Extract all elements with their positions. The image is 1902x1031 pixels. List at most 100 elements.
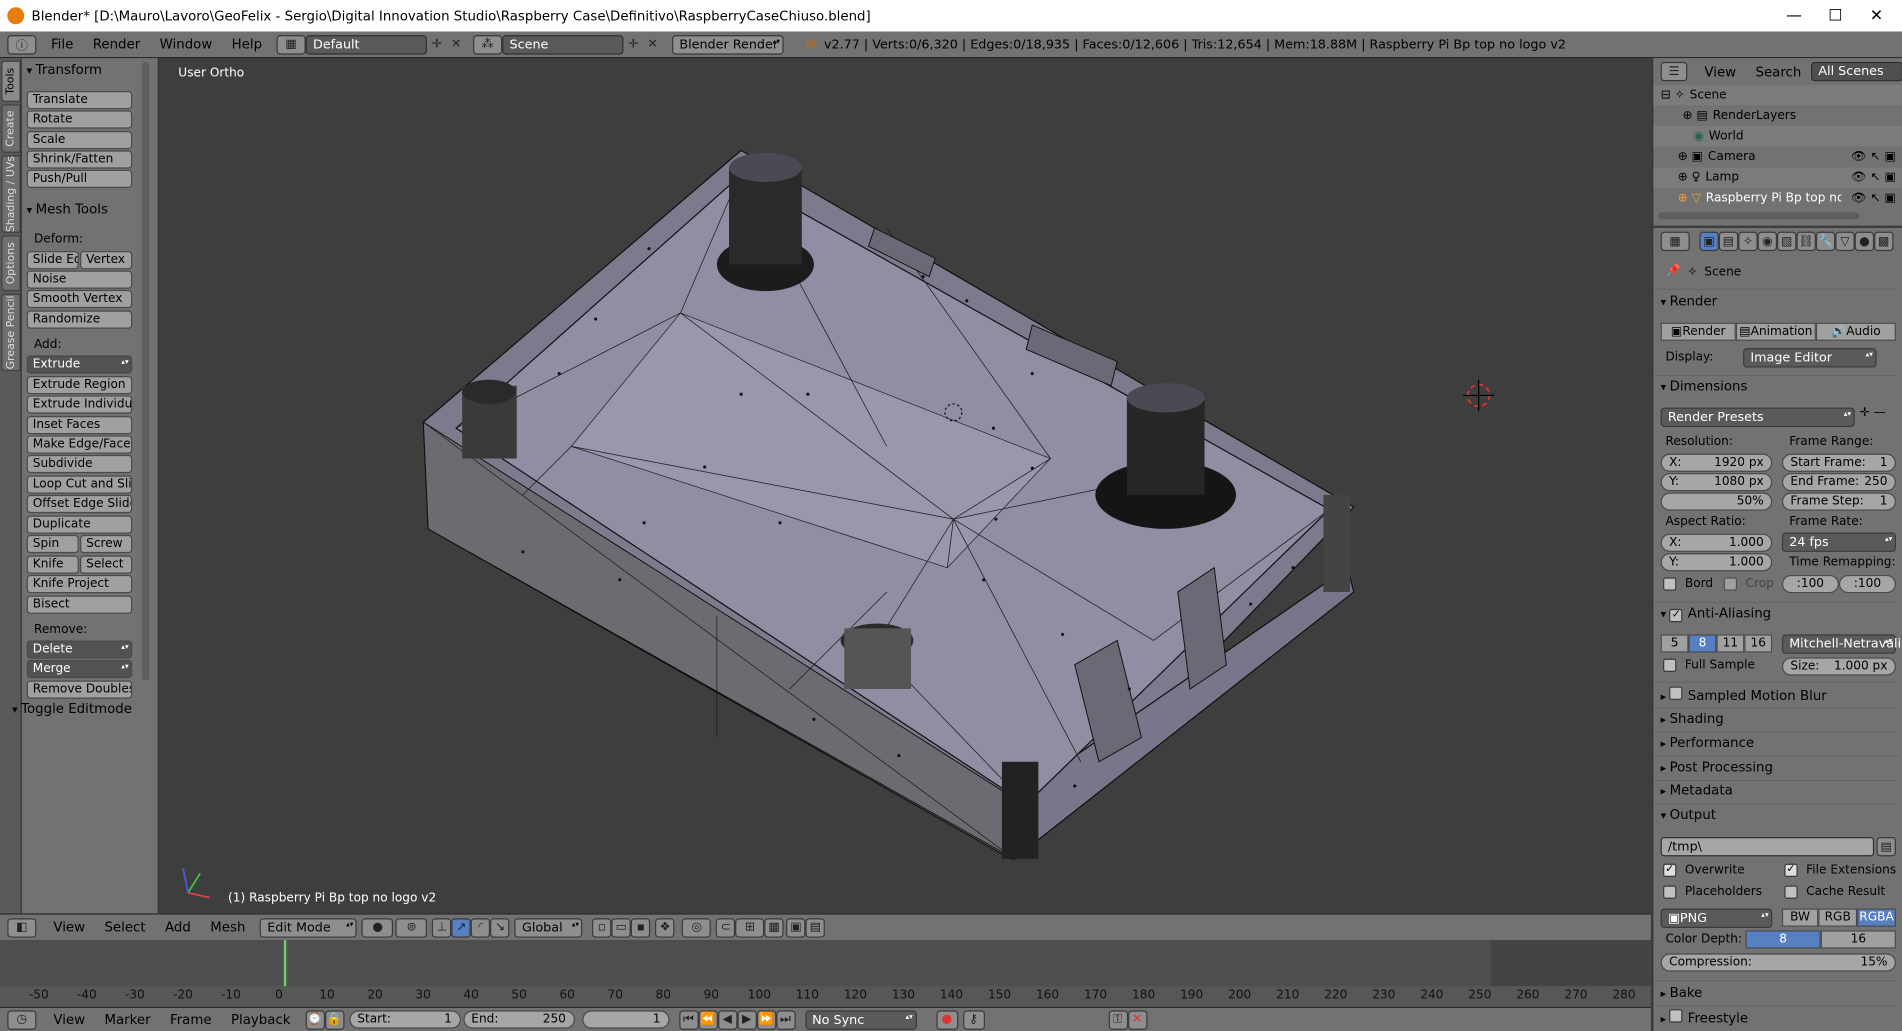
spin-button[interactable]: Spin: [26, 534, 79, 554]
anti-aliasing-panel-header[interactable]: ✓Anti-Aliasing: [1661, 605, 1771, 623]
timeline-menu-view[interactable]: View: [44, 1012, 95, 1028]
opengl-anim-icon[interactable]: ▤: [805, 917, 826, 938]
insert-keyframe-icon[interactable]: ⚿: [1108, 1009, 1128, 1030]
render-engine-dropdown[interactable]: Blender Render: [672, 34, 784, 54]
menu-render[interactable]: Render: [83, 36, 150, 52]
constraints-context-icon[interactable]: ⛓: [1796, 231, 1816, 252]
timeline[interactable]: -50 -40 -30 -20 -10 0 10 20 30 40 50 60 70 80 90 100 110…: [0, 940, 1651, 1007]
knife-button[interactable]: Knife: [26, 555, 79, 574]
remove-layout-icon[interactable]: ✕: [446, 34, 466, 54]
anti-aliasing-checkbox[interactable]: ✓: [1669, 608, 1683, 623]
jump-start-icon[interactable]: ⏮: [678, 1009, 699, 1030]
randomize-button[interactable]: Randomize: [26, 310, 133, 329]
keying-icon[interactable]: ⚷: [962, 1009, 985, 1030]
color-bw-button[interactable]: BW: [1781, 908, 1819, 927]
vertex-select-icon[interactable]: ▫: [592, 917, 612, 938]
render-panel-header[interactable]: Render: [1661, 294, 1718, 310]
metadata-panel-header[interactable]: Metadata: [1661, 782, 1733, 798]
shading-panel-header[interactable]: Shading: [1661, 711, 1724, 727]
output-path-field[interactable]: /tmp\: [1660, 836, 1875, 857]
remap-old-field[interactable]: :100: [1781, 574, 1839, 594]
push-pull-button[interactable]: Push/Pull: [26, 169, 133, 189]
outliner-menu-search[interactable]: Search: [1746, 64, 1811, 80]
overwrite-checkbox[interactable]: ✓: [1663, 863, 1677, 878]
screw-button[interactable]: Screw: [80, 534, 133, 554]
color-depth-8-button[interactable]: 8: [1745, 930, 1821, 949]
output-panel-header[interactable]: Output: [1661, 807, 1716, 823]
screen-layout-icon[interactable]: ▦: [276, 34, 306, 54]
minimize-button[interactable]: —: [1773, 0, 1814, 32]
freestyle-checkbox[interactable]: [1669, 1009, 1683, 1023]
subdivide-button[interactable]: Subdivide: [26, 454, 133, 474]
mesh-tools-panel-header[interactable]: Mesh Tools: [27, 201, 108, 217]
extrude-dropdown[interactable]: Extrude: [26, 355, 133, 374]
knife-select-button[interactable]: Select: [80, 555, 133, 574]
data-context-icon[interactable]: ▽: [1835, 231, 1855, 252]
outliner-item-mesh[interactable]: ⊕ ▽Raspberry Pi Bp top no logo v2👁 ↖ ▣: [1653, 188, 1902, 209]
aa-samples-11[interactable]: 11: [1716, 634, 1745, 653]
dimensions-panel-header[interactable]: Dimensions: [1661, 378, 1748, 394]
aa-samples-5[interactable]: 5: [1660, 634, 1689, 653]
menu-add[interactable]: Add: [155, 919, 200, 935]
extrude-individual-button[interactable]: Extrude Individual: [26, 395, 133, 414]
loop-cut-slide-button[interactable]: Loop Cut and Slide: [26, 475, 133, 494]
timeline-menu-playback[interactable]: Playback: [221, 1012, 300, 1028]
render-layers-context-icon[interactable]: ▤: [1718, 231, 1739, 252]
compression-slider[interactable]: Compression: 15%: [1660, 953, 1896, 972]
editor-type-timeline-icon[interactable]: ◷: [7, 1009, 37, 1030]
3d-viewport[interactable]: User Ortho (1) Raspberry Pi Bp top no lo…: [158, 58, 1651, 914]
menu-select[interactable]: Select: [95, 919, 156, 935]
add-layout-icon[interactable]: ✛: [427, 34, 447, 54]
render-presets-dropdown[interactable]: Render Presets: [1660, 407, 1855, 427]
delete-keyframe-icon[interactable]: ✕: [1127, 1009, 1147, 1030]
display-dropdown[interactable]: Image Editor: [1743, 348, 1877, 368]
orientation-dropdown[interactable]: Global: [514, 917, 583, 938]
menu-window[interactable]: Window: [150, 36, 222, 52]
snap-icon[interactable]: ⊂: [716, 917, 736, 938]
opengl-render-icon[interactable]: ▣: [786, 917, 806, 938]
outliner-hscrollbar[interactable]: [1658, 212, 1860, 220]
play-reverse-icon[interactable]: ◀: [717, 1009, 737, 1030]
screen-layout-field[interactable]: Default: [305, 34, 428, 54]
border-checkbox[interactable]: [1663, 577, 1677, 591]
frame-step-field[interactable]: Frame Step: 1: [1781, 492, 1896, 511]
translate-button[interactable]: Translate: [26, 90, 133, 110]
outliner-menu-view[interactable]: View: [1695, 64, 1746, 80]
lamp-visibility-icons[interactable]: 👁 ↖ ▣: [1851, 171, 1896, 184]
menu-help[interactable]: Help: [222, 36, 272, 52]
knife-project-button[interactable]: Knife Project: [26, 574, 133, 594]
outliner-item-lamp[interactable]: ⊕ ♀ Lamp 👁 ↖ ▣: [1653, 167, 1902, 189]
smooth-vertex-button[interactable]: Smooth Vertex: [26, 289, 133, 309]
editor-type-outliner-icon[interactable]: ☰: [1660, 61, 1688, 82]
aspect-x-field[interactable]: X: 1.000: [1660, 533, 1773, 552]
tab-tools[interactable]: Tools: [1, 60, 21, 102]
editor-type-properties-icon[interactable]: ▦: [1660, 231, 1690, 252]
resolution-percentage-field[interactable]: 50%: [1660, 492, 1773, 511]
post-processing-panel-header[interactable]: Post Processing: [1661, 759, 1773, 775]
outliner-item-scene[interactable]: ⊟ ✧ Scene: [1653, 84, 1902, 106]
maximize-button[interactable]: ☐: [1815, 0, 1856, 32]
translate-manipulator-icon[interactable]: ↗: [451, 917, 472, 938]
aa-size-field[interactable]: Size: 1.000 px: [1781, 657, 1896, 676]
aa-filter-dropdown[interactable]: Mitchell-Netravali: [1781, 634, 1901, 654]
outliner-item-camera[interactable]: ⊕ ▣ Camera 👁 ↖ ▣: [1653, 147, 1902, 168]
animation-button[interactable]: ▤ Animation: [1735, 322, 1816, 341]
outliner-filter-dropdown[interactable]: All Scenes: [1811, 61, 1902, 82]
menu-mesh[interactable]: Mesh: [201, 919, 256, 935]
bake-panel-header[interactable]: Bake: [1661, 985, 1703, 1001]
vertex-slide-button[interactable]: Vertex: [80, 251, 133, 270]
texture-context-icon[interactable]: ▩: [1874, 231, 1894, 252]
modifiers-context-icon[interactable]: 🔧: [1815, 231, 1836, 252]
shrink-fatten-button[interactable]: Shrink/Fatten: [26, 150, 133, 169]
face-select-icon[interactable]: ▪: [631, 917, 651, 938]
shading-solid-icon[interactable]: ●: [361, 917, 394, 938]
aa-samples-8[interactable]: 8: [1688, 634, 1717, 653]
render-button[interactable]: ▣ Render: [1660, 322, 1736, 341]
noise-button[interactable]: Noise: [26, 270, 133, 289]
full-sample-checkbox[interactable]: [1663, 658, 1677, 673]
scale-button[interactable]: Scale: [26, 131, 133, 150]
play-icon[interactable]: ▶: [736, 1009, 757, 1030]
crop-checkbox[interactable]: [1723, 577, 1738, 591]
rotate-button[interactable]: Rotate: [26, 110, 133, 129]
file-browse-icon[interactable]: ▤: [1876, 836, 1896, 857]
